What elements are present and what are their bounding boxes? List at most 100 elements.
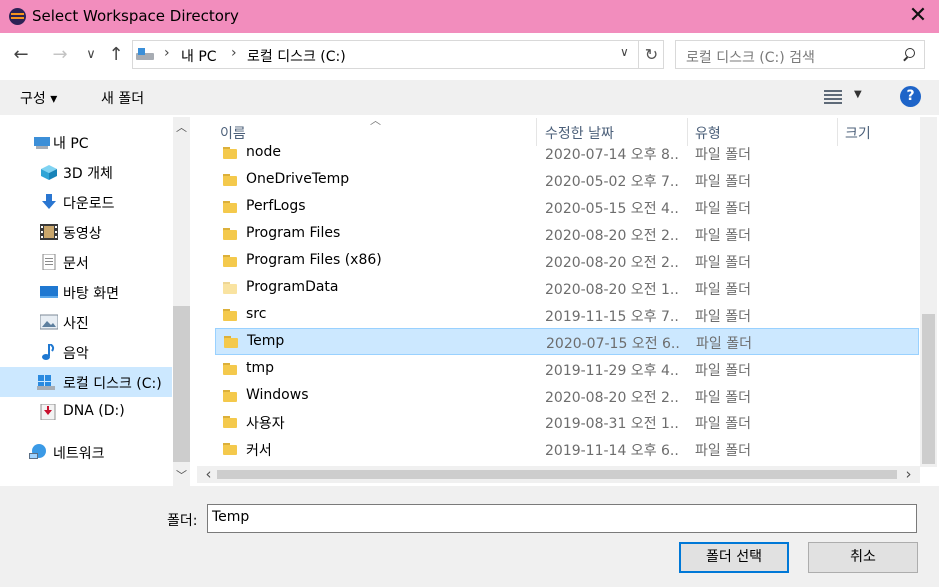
title-bar: Select Workspace Directory ✕: [0, 0, 939, 33]
file-type: 파일 폴더: [695, 174, 751, 190]
sidebar-item-videos[interactable]: 동영상: [0, 217, 172, 247]
folder-icon: [223, 201, 237, 213]
file-name: node: [246, 144, 281, 160]
file-name: PerfLogs: [246, 198, 306, 214]
refresh-icon[interactable]: ↻: [638, 41, 664, 68]
local-disk-icon: [37, 374, 55, 390]
scrollbar-thumb[interactable]: [217, 470, 897, 479]
breadcrumb-this-pc[interactable]: 내 PC: [181, 46, 217, 66]
file-list-scrollbar[interactable]: [920, 117, 937, 467]
recent-locations-icon[interactable]: ∨: [79, 43, 103, 67]
chevron-right-icon[interactable]: ›: [164, 45, 170, 61]
help-icon[interactable]: ?: [900, 86, 921, 107]
file-name: ProgramData: [246, 279, 339, 295]
file-date: 2019-11-15 오후 7...: [545, 309, 679, 325]
hidden-folder-icon: [223, 282, 237, 294]
sidebar-item-documents[interactable]: 문서: [0, 247, 172, 277]
sidebar-item-label: DNA (D:): [63, 403, 125, 419]
cancel-button[interactable]: 취소: [808, 542, 918, 573]
file-type: 파일 폴더: [695, 147, 751, 163]
chevron-down-icon[interactable]: ∨: [620, 45, 629, 59]
file-type: 파일 폴더: [695, 282, 751, 298]
desktop-icon: [40, 284, 58, 300]
file-date: 2019-11-14 오후 6...: [545, 443, 679, 459]
file-row-cursor[interactable]: 커서 2019-11-14 오후 6... 파일 폴더: [215, 436, 919, 463]
scroll-up-icon[interactable]: ︿: [173, 119, 190, 136]
close-icon[interactable]: ✕: [903, 2, 933, 30]
file-row-programdata[interactable]: ProgramData 2020-08-20 오전 1... 파일 폴더: [215, 275, 919, 302]
sidebar-item-label: 로컬 디스크 (C:): [63, 376, 162, 392]
sidebar-item-local-disk[interactable]: 로컬 디스크 (C:): [0, 367, 172, 397]
select-folder-button[interactable]: 폴더 선택: [679, 542, 789, 573]
file-date: 2019-08-31 오전 1...: [545, 416, 679, 432]
file-date: 2020-08-20 오전 2...: [545, 390, 679, 406]
file-date: 2020-08-20 오전 2...: [545, 255, 679, 271]
file-name: OneDriveTemp: [246, 171, 350, 187]
file-row-users[interactable]: 사용자 2019-08-31 오전 1... 파일 폴더: [215, 409, 919, 436]
file-list-hscrollbar[interactable]: ‹ ›: [197, 466, 920, 483]
breadcrumb-local-disk[interactable]: 로컬 디스크 (C:): [247, 46, 346, 66]
sidebar-scrollbar[interactable]: ︿ ﹀: [173, 117, 190, 486]
search-icon[interactable]: [902, 48, 916, 62]
sidebar-item-this-pc[interactable]: 내 PC: [0, 127, 172, 157]
file-list: node 2020-07-14 오후 8... 파일 폴더 OneDriveTe…: [215, 140, 919, 464]
chevron-right-icon[interactable]: ›: [231, 45, 237, 61]
scrollbar-thumb[interactable]: [922, 314, 935, 464]
folder-icon: [223, 174, 237, 186]
search-input[interactable]: 로컬 디스크 (C:) 검색: [686, 47, 815, 67]
sidebar-item-label: 다운로드: [63, 196, 115, 212]
new-folder-button[interactable]: 새 폴더: [101, 88, 144, 108]
folder-icon: [223, 228, 237, 240]
folder-icon: [223, 416, 237, 428]
file-row-program-files[interactable]: Program Files 2020-08-20 오전 2... 파일 폴더: [215, 221, 919, 248]
view-options-icon[interactable]: [824, 90, 842, 104]
scroll-left-icon[interactable]: ‹: [200, 466, 217, 483]
file-type: 파일 폴더: [695, 363, 751, 379]
file-type: 파일 폴더: [695, 201, 751, 217]
file-name: Temp: [247, 333, 285, 349]
scroll-down-icon[interactable]: ﹀: [173, 467, 190, 484]
back-icon[interactable]: ←: [9, 43, 33, 67]
file-name: 사용자: [246, 416, 285, 432]
folder-icon: [223, 309, 237, 321]
sidebar-item-3d-objects[interactable]: 3D 개체: [0, 157, 172, 187]
up-icon[interactable]: ↑: [104, 43, 128, 67]
file-row-tmp[interactable]: tmp 2019-11-29 오후 4... 파일 폴더: [215, 356, 919, 383]
forward-icon[interactable]: →: [48, 43, 72, 67]
scrollbar-thumb[interactable]: [173, 306, 190, 462]
file-name: tmp: [246, 360, 275, 376]
document-icon: [40, 253, 58, 271]
download-icon: [40, 194, 58, 210]
file-row-windows[interactable]: Windows 2020-08-20 오전 2... 파일 폴더: [215, 383, 919, 410]
file-row-program-files-x86[interactable]: Program Files (x86) 2020-08-20 오전 2... 파…: [215, 248, 919, 275]
scroll-right-icon[interactable]: ›: [900, 466, 917, 483]
sidebar-item-pictures[interactable]: 사진: [0, 307, 172, 337]
search-box[interactable]: 로컬 디스크 (C:) 검색: [675, 40, 925, 69]
sidebar-item-label: 내 PC: [53, 136, 89, 152]
file-name: Windows: [246, 387, 309, 403]
pc-icon: [33, 134, 51, 150]
sidebar-item-music[interactable]: 음악: [0, 337, 172, 367]
sidebar-item-label: 3D 개체: [63, 166, 113, 182]
file-date: 2020-05-15 오전 4...: [545, 201, 679, 217]
organize-button[interactable]: 구성 ▾: [20, 88, 57, 108]
sidebar-item-dna-drive[interactable]: DNA (D:): [0, 397, 172, 427]
file-row-node[interactable]: node 2020-07-14 오후 8... 파일 폴더: [215, 140, 919, 167]
video-icon: [40, 224, 58, 240]
file-row-perflogs[interactable]: PerfLogs 2020-05-15 오전 4... 파일 폴더: [215, 194, 919, 221]
file-type: 파일 폴더: [695, 443, 751, 459]
command-bar: 구성 ▾ 새 폴더 ▼ ?: [0, 80, 939, 115]
file-type: 파일 폴더: [695, 255, 751, 271]
address-bar[interactable]: › 내 PC › 로컬 디스크 (C:) ∨ ↻: [132, 40, 664, 69]
sidebar-item-desktop[interactable]: 바탕 화면: [0, 277, 172, 307]
chevron-down-icon[interactable]: ▼: [854, 89, 862, 100]
file-date: 2019-11-29 오후 4...: [545, 363, 679, 379]
file-row-src[interactable]: src 2019-11-15 오후 7... 파일 폴더: [215, 302, 919, 329]
sidebar-item-network[interactable]: 네트워크: [0, 437, 172, 467]
sidebar-item-downloads[interactable]: 다운로드: [0, 187, 172, 217]
folder-icon: [223, 390, 237, 402]
folder-name-input[interactable]: Temp: [207, 504, 917, 533]
file-row-onedrivetemp[interactable]: OneDriveTemp 2020-05-02 오후 7... 파일 폴더: [215, 167, 919, 194]
sidebar-item-label: 문서: [63, 256, 89, 272]
file-row-temp[interactable]: Temp 2020-07-15 오전 6... 파일 폴더: [215, 328, 919, 355]
